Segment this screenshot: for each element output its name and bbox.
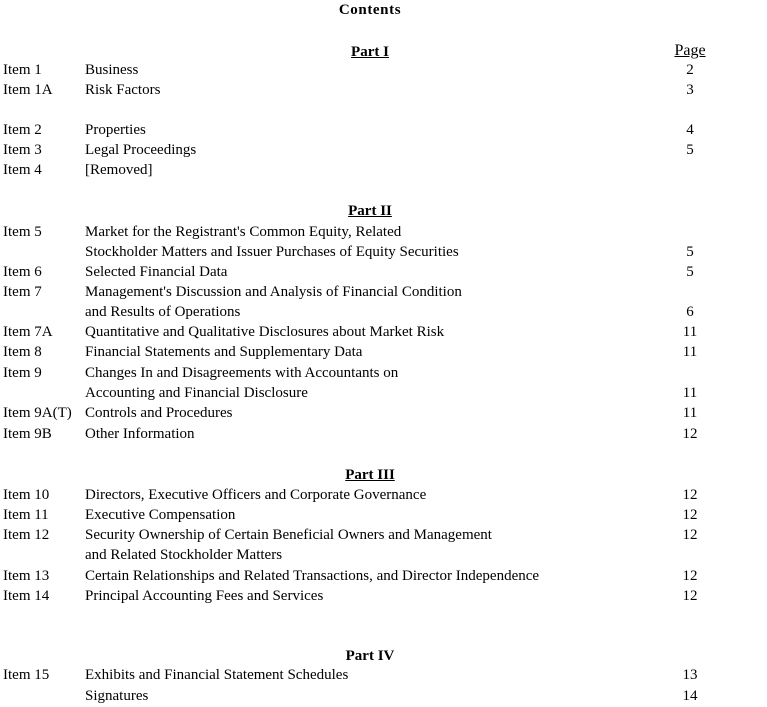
toc-row[interactable]: Item 5 Market for the Registrant's Common…: [0, 224, 767, 244]
toc-item-title[interactable]: Changes In and Disagreements with Accoun…: [85, 365, 398, 382]
toc-item-title[interactable]: Market for the Registrant's Common Equit…: [85, 224, 401, 241]
toc-item-label: Item 15: [3, 667, 50, 683]
toc-row[interactable]: Item 6 Selected Financial Data 5: [0, 264, 767, 284]
toc-row[interactable]: Item 9A(T) Controls and Procedures 11: [0, 405, 767, 425]
toc-item-page-number: 12: [682, 568, 698, 584]
toc-row[interactable]: Accounting and Financial Disclosure 11: [0, 385, 767, 405]
toc-item-label: Item 9B: [3, 426, 52, 442]
toc-item-label: Item 7: [3, 284, 42, 300]
toc-item-page-number: 6: [686, 304, 694, 320]
toc-row[interactable]: Item 15 Exhibits and Financial Statement …: [0, 667, 767, 687]
toc-row[interactable]: Item 1A Risk Factors 3: [0, 82, 767, 102]
toc-item-title[interactable]: Exhibits and Financial Statement Schedul…: [85, 667, 348, 684]
toc-item-label: Item 1: [3, 62, 42, 78]
toc-item-page-number: 12: [682, 426, 698, 442]
part-heading-text: Part I: [351, 44, 389, 60]
toc-row[interactable]: Item 3 Legal Proceedings 5: [0, 142, 767, 162]
page-title: Contents: [338, 2, 402, 18]
document-page: Contents Page Part I Item 1 Business 2 Item …: [0, 0, 767, 707]
toc-item-page-number: 12: [682, 487, 698, 503]
toc-item-page-number: 11: [682, 344, 698, 360]
toc-item-title[interactable]: Accounting and Financial Disclosure: [85, 385, 308, 402]
toc-item-title[interactable]: Certain Relationships and Related Transa…: [85, 568, 539, 585]
toc-item-title[interactable]: Other Information: [85, 426, 195, 443]
toc-item-page-number: 12: [682, 527, 698, 543]
toc-item-title[interactable]: Properties: [85, 122, 146, 139]
toc-item-label: Item 13: [3, 568, 50, 584]
toc-item-title[interactable]: Executive Compensation: [85, 507, 235, 524]
toc-item-page-number: 5: [686, 264, 694, 280]
part-heading: Part I: [0, 44, 740, 61]
toc-row[interactable]: Item 12 Security Ownership of Certain Ben…: [0, 527, 767, 547]
toc-item-title[interactable]: Security Ownership of Certain Beneficial…: [85, 527, 492, 544]
part-heading: Part III: [0, 467, 740, 484]
toc-item-title[interactable]: Stockholder Matters and Issuer Purchases…: [85, 244, 459, 261]
toc-item-title[interactable]: Selected Financial Data: [85, 264, 227, 281]
toc-row[interactable]: Item 9B Other Information 12: [0, 426, 767, 446]
toc-item-title[interactable]: Management's Discussion and Analysis of …: [85, 284, 462, 301]
toc-item-title[interactable]: Quantitative and Qualitative Disclosures…: [85, 324, 444, 341]
toc-item-label: Item 11: [3, 507, 49, 523]
toc-item-title[interactable]: Legal Proceedings: [85, 142, 196, 159]
toc-item-label: Item 7A: [3, 324, 53, 340]
toc-row[interactable]: Item 13 Certain Relationships and Related…: [0, 568, 767, 588]
toc-row[interactable]: and Related Stockholder Matters: [0, 547, 767, 567]
toc-row[interactable]: Item 14 Principal Accounting Fees and Ser…: [0, 588, 767, 608]
toc-item-page-number: 4: [686, 122, 694, 138]
toc-item-title[interactable]: Signatures: [85, 688, 148, 705]
toc-item-title[interactable]: Directors, Executive Officers and Corpor…: [85, 487, 426, 504]
toc-row[interactable]: and Results of Operations 6: [0, 304, 767, 324]
toc-item-title[interactable]: [Removed]: [85, 162, 152, 179]
toc-row[interactable]: Item 9 Changes In and Disagreements with …: [0, 365, 767, 385]
toc-row[interactable]: Item 7A Quantitative and Qualitative Disc…: [0, 324, 767, 344]
toc-row[interactable]: Item 7 Management's Discussion and Analys…: [0, 284, 767, 304]
toc-row[interactable]: Signatures 14: [0, 688, 767, 707]
toc-item-page-number: 5: [686, 244, 694, 260]
part-heading: Part II: [0, 203, 740, 220]
toc-row[interactable]: Stockholder Matters and Issuer Purchases…: [0, 244, 767, 264]
toc-item-page-number: 2: [686, 62, 694, 78]
toc-item-title[interactable]: Risk Factors: [85, 82, 160, 99]
toc-row[interactable]: Item 2 Properties 4: [0, 122, 767, 142]
toc-item-page-number: 11: [682, 324, 698, 340]
toc-item-label: Item 10: [3, 487, 50, 503]
toc-item-label: Item 9A(T): [3, 405, 72, 421]
toc-item-label: Item 3: [3, 142, 42, 158]
toc-item-page-number: 5: [686, 142, 694, 158]
toc-item-label: Item 6: [3, 264, 42, 280]
toc-row[interactable]: Item 8 Financial Statements and Supplemen…: [0, 344, 767, 364]
part-heading-text: Part IV: [345, 648, 395, 664]
toc-item-label: Item 12: [3, 527, 50, 543]
part-heading: Part IV: [0, 648, 740, 665]
toc-item-label: Item 8: [3, 344, 42, 360]
toc-item-label: Item 2: [3, 122, 42, 138]
toc-item-title[interactable]: and Results of Operations: [85, 304, 240, 321]
toc-item-page-number: 11: [682, 405, 698, 421]
toc-row[interactable]: Item 1 Business 2: [0, 62, 767, 82]
toc-item-label: Item 9: [3, 365, 42, 381]
toc-item-title[interactable]: Business: [85, 62, 138, 79]
toc-row[interactable]: Item 11 Executive Compensation 12: [0, 507, 767, 527]
toc-item-title[interactable]: Principal Accounting Fees and Services: [85, 588, 323, 605]
toc-item-title[interactable]: Financial Statements and Supplementary D…: [85, 344, 362, 361]
toc-row[interactable]: Item 10 Directors, Executive Officers and…: [0, 487, 767, 507]
toc-item-label: Item 14: [3, 588, 50, 604]
toc-item-page-number: 11: [682, 385, 698, 401]
toc-item-title[interactable]: Controls and Procedures: [85, 405, 232, 422]
toc-item-page-number: 12: [682, 588, 698, 604]
part-heading-text: Part III: [345, 467, 395, 483]
part-heading-text: Part II: [348, 203, 392, 219]
toc-item-page-number: 13: [682, 667, 698, 683]
toc-row[interactable]: Item 4 [Removed]: [0, 162, 767, 182]
toc-item-label: Item 5: [3, 224, 42, 240]
toc-item-label: Item 1A: [3, 82, 53, 98]
toc-item-page-number: 12: [682, 507, 698, 523]
toc-item-title[interactable]: and Related Stockholder Matters: [85, 547, 282, 564]
toc-item-page-number: 3: [686, 82, 694, 98]
toc-item-label: Item 4: [3, 162, 42, 178]
toc-item-page-number: 14: [682, 688, 698, 704]
